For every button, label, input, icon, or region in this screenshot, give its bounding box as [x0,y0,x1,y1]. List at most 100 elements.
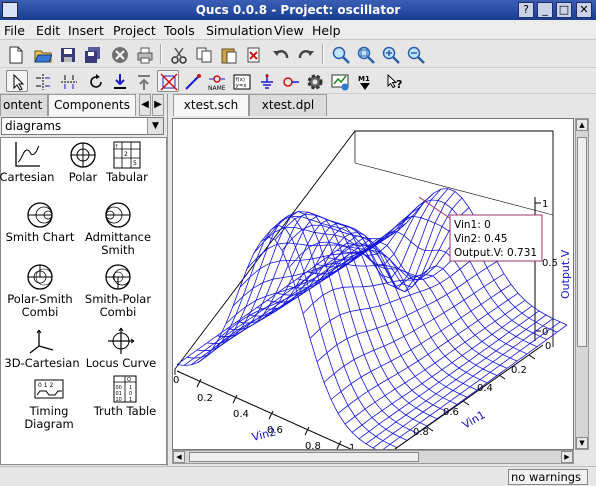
close-window-button[interactable]: ✕ [576,2,592,18]
open-file-button[interactable] [31,43,53,65]
category-select-value: diagrams [5,119,62,133]
cartesian-icon [15,142,40,167]
delete-button[interactable] [242,43,264,65]
ground-icon[interactable] [255,70,277,92]
zoom-out-icon[interactable] [404,43,426,65]
port-icon[interactable] [279,70,301,92]
enter-subcircuit-icon[interactable] [108,70,130,92]
surface-plot[interactable]: 1 0.5 0 Output.V 0 0.2 0.4 0.6 0.8 1 Vin… [173,119,574,450]
redo-button[interactable] [294,43,316,65]
mirror-x-icon[interactable] [31,70,53,92]
svg-text:y=x: y=x [236,83,248,89]
diagram-canvas[interactable]: 1 0.5 0 Output.V 0 0.2 0.4 0.6 0.8 1 Vin… [172,118,574,450]
horizontal-scrollbar[interactable]: ◀ ▶ [172,450,574,464]
menu-insert[interactable]: Insert [68,23,104,38]
view-data-display-icon[interactable] [328,70,350,92]
save-button[interactable] [56,43,78,65]
menu-simulation[interactable]: Simulation [206,23,273,38]
component-label: Smith Chart [5,230,75,244]
tab-content[interactable]: ontent [0,94,48,116]
vertical-scrollbar[interactable]: ▲ ▼ [575,118,589,450]
component-palette: Cartesian Polar f25 Tabular Smith Chart … [0,137,167,465]
wire-label-icon[interactable]: NAME [205,70,227,92]
set-marker-icon[interactable]: M1 [353,70,375,92]
equation-icon[interactable]: f(x) y=x [230,70,252,92]
horizontal-scroll-thumb[interactable] [189,452,419,462]
component-smith-chart[interactable]: Smith Chart [0,200,82,244]
menu-edit[interactable]: Edit [36,23,60,38]
save-all-button[interactable] [81,43,103,65]
copy-button[interactable] [192,43,214,65]
tab-xtest-sch[interactable]: xtest.sch [173,94,249,116]
marker-line-output: Output.V: 0.731 [454,247,537,259]
component-polar-smith[interactable]: Polar-Smith Combi [0,262,82,319]
zoom-area-icon[interactable] [354,43,376,65]
scroll-left-icon[interactable]: ◀ [173,451,185,463]
zoom-in-icon[interactable] [379,43,401,65]
menu-help[interactable]: Help [312,23,341,38]
vin2-tick-label: 1 [349,443,355,450]
mirror-y-icon[interactable] [57,70,79,92]
menu-project[interactable]: Project [113,23,156,38]
whats-this-icon[interactable]: ? [383,70,405,92]
component-label: Polar-Smith Combi [7,292,73,319]
vin1-tick-label: 0.2 [511,365,527,376]
wire-tool-icon[interactable] [181,70,203,92]
vin2-tick-label: 0 [173,375,179,386]
zoom-fit-icon[interactable] [329,43,351,65]
minimize-button[interactable]: _ [537,2,553,18]
menu-view[interactable]: View [274,23,304,38]
component-admittance-smith[interactable]: Admittance Smith [76,200,160,257]
status-bar: no warnings [0,466,596,486]
mesh-line [216,211,428,427]
menu-tools[interactable]: Tools [164,23,195,38]
tools-toolbar: NAME f(x) y=x M1 ? [0,68,596,94]
svg-text:f: f [116,144,118,150]
component-3d-cartesian[interactable]: 3D-Cartesian [0,326,84,370]
component-truth-table[interactable]: Q 00 01 10 1 0 1 Truth Table [83,374,167,418]
svg-text:1: 1 [129,397,132,403]
cut-button[interactable] [167,43,189,65]
tab-scroll-left-icon[interactable]: ◀ [139,94,151,116]
vertical-scroll-thumb[interactable] [577,137,587,347]
deactivate-icon[interactable] [157,70,179,92]
mesh-line [281,197,463,288]
undo-button[interactable] [269,43,291,65]
tab-components[interactable]: Components [48,94,136,116]
tab-xtest-dpl[interactable]: xtest.dpl [249,94,327,116]
print-button[interactable] [133,43,155,65]
mesh-line [337,292,519,414]
svg-text:0 1 2: 0 1 2 [38,382,53,389]
admittance-smith-icon [105,202,131,228]
component-tabular[interactable]: f25 Tabular [85,140,169,184]
mesh-line [197,238,379,363]
component-label: Smith-Polar Combi [84,292,152,319]
scroll-up-icon[interactable]: ▲ [576,119,588,131]
mesh-line [382,321,561,449]
category-select[interactable]: diagrams ▼ [1,117,164,135]
status-text: no warnings [508,469,588,485]
help-window-button[interactable]: ? [518,2,534,18]
select-tool-icon[interactable] [6,70,28,92]
y-tick-label: 1 [542,199,548,210]
rotate-icon[interactable] [84,70,106,92]
scroll-right-icon[interactable]: ▶ [561,451,573,463]
close-document-icon[interactable] [108,43,130,65]
paste-button[interactable] [217,43,239,65]
tab-scroll-right-icon[interactable]: ▶ [152,94,164,116]
new-file-button[interactable] [4,43,26,65]
chevron-down-icon[interactable]: ▼ [147,118,163,134]
component-label: 3D-Cartesian [4,356,80,370]
leave-subcircuit-icon[interactable] [132,70,154,92]
smith-chart-icon [27,202,53,228]
vin1-tick-label: 0 [545,341,551,352]
component-locus-curve[interactable]: Locus Curve [79,326,163,370]
svg-text:Q: Q [127,377,131,383]
scroll-down-icon[interactable]: ▼ [576,437,588,449]
component-smith-polar[interactable]: Smith-Polar Combi [76,262,160,319]
menu-file[interactable]: File [4,23,25,38]
component-timing-diagram[interactable]: 0 1 2 Timing Diagram [7,374,91,431]
vin1-tick-label: 0.6 [443,407,459,418]
simulate-gear-icon[interactable] [303,70,325,92]
maximize-button[interactable]: □ [556,2,572,18]
